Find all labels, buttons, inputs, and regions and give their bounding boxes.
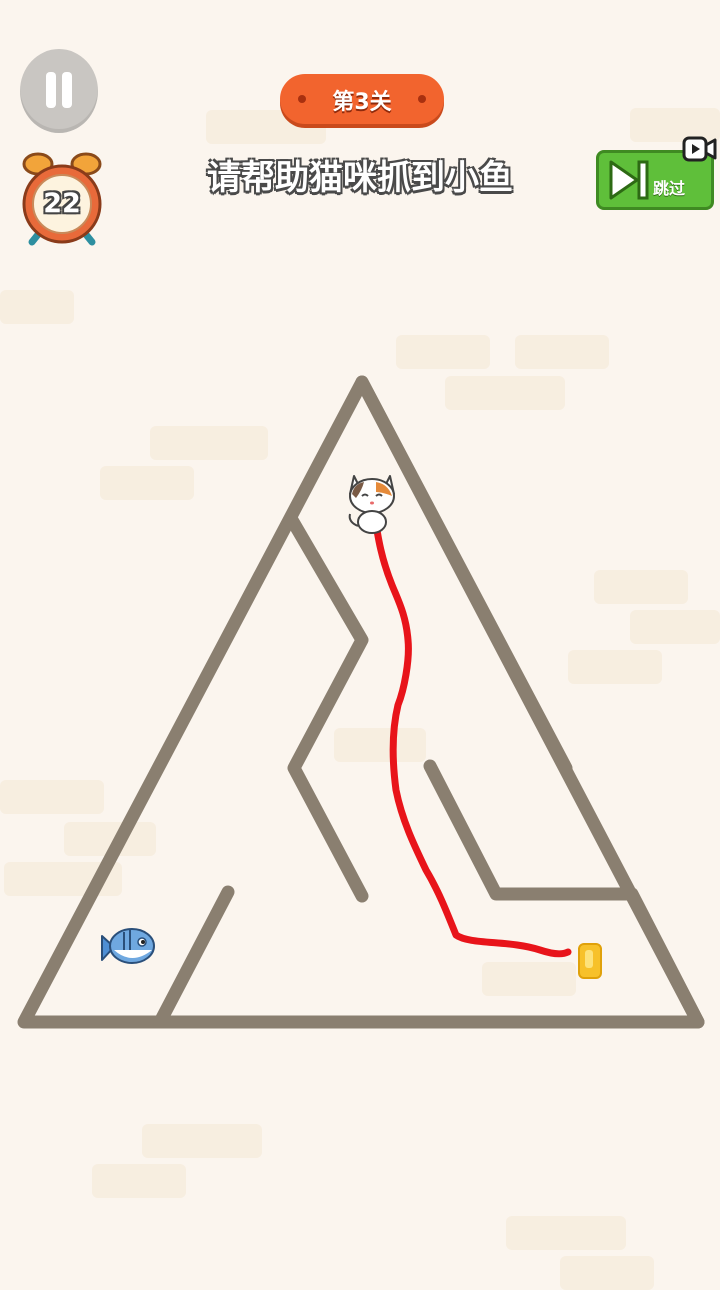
background-brick xyxy=(64,822,156,856)
background-brick xyxy=(396,335,490,369)
timer-value: 22 xyxy=(43,188,81,219)
background-brick xyxy=(334,728,426,762)
background-brick xyxy=(445,376,565,410)
golden-cup-icon[interactable] xyxy=(575,938,605,982)
background-brick xyxy=(560,1256,654,1290)
timer: 22 xyxy=(0,150,124,250)
background-brick xyxy=(506,1216,626,1250)
background-brick xyxy=(4,862,122,896)
pause-button[interactable] xyxy=(20,49,98,133)
level-indicator: 第3关 xyxy=(280,74,444,124)
background-brick xyxy=(482,962,576,996)
level-label: 第3关 xyxy=(332,90,392,115)
background-brick xyxy=(515,335,609,369)
video-ad-icon xyxy=(682,136,717,162)
cat-icon[interactable] xyxy=(342,470,402,534)
fish-icon[interactable] xyxy=(98,922,158,972)
background-brick xyxy=(142,1124,262,1158)
skip-forward-icon xyxy=(609,160,649,200)
background-brick xyxy=(150,426,268,460)
skip-label: 跳过 xyxy=(653,179,686,198)
background-brick xyxy=(100,466,194,500)
background-brick xyxy=(568,650,662,684)
background-brick xyxy=(594,570,688,604)
instruction-text: 请帮助猫咪抓到小鱼 xyxy=(207,158,513,198)
background-brick xyxy=(92,1164,186,1198)
background-brick xyxy=(630,610,720,644)
background-brick xyxy=(0,780,104,814)
background-brick xyxy=(0,290,74,324)
